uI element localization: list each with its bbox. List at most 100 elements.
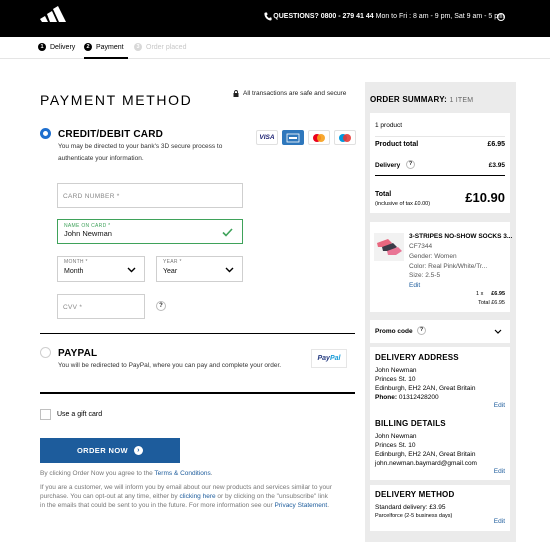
item-color: Color: Real Pink/White/Tr...: [409, 263, 488, 270]
notice-line2: purchase. You can opt-out at any time, e…: [40, 492, 360, 501]
delivery-city: Edinburgh, EH2 2AN, Great Britain: [375, 385, 476, 392]
card-option-title: CREDIT/DEBIT CARD: [58, 129, 164, 140]
adidas-logo[interactable]: adidas: [36, 5, 76, 33]
card-number-field[interactable]: CARD NUMBER *: [57, 183, 243, 208]
chevron-down-icon: [494, 329, 502, 334]
notice-line3-a: in the emails that could be sent to you …: [40, 502, 275, 509]
card-option-desc-line2: authenticate your information.: [58, 155, 144, 162]
step-delivery[interactable]: 1 Delivery: [38, 43, 75, 51]
divider: [375, 136, 505, 137]
phone-value: 01312428200: [397, 394, 439, 401]
step-label: Payment: [96, 43, 124, 51]
chevron-down-icon: [225, 267, 234, 273]
maestro-mark: [339, 133, 351, 142]
product-count: 1 product: [375, 122, 403, 129]
month-select[interactable]: MONTH * Month: [57, 256, 145, 282]
notice-line1: If you are a customer, we will inform yo…: [40, 484, 332, 491]
phone-label: Phone:: [375, 394, 398, 401]
customer-service-line: QUESTIONS? 0800 - 279 41 44 Mon to Fri :…: [273, 13, 504, 20]
delivery-method-edit-link[interactable]: Edit: [494, 518, 505, 525]
summary-item-count: 1 ITEM: [449, 97, 474, 104]
delivery-street: Princes St. 10: [375, 376, 416, 383]
delivery-name: John Newman: [375, 367, 417, 374]
delivery-method-title: DELIVERY METHOD: [375, 490, 455, 499]
promo-help-icon[interactable]: ?: [417, 326, 426, 335]
cvv-placeholder: CVV *: [63, 304, 83, 311]
amex-icon: [282, 130, 304, 145]
divider: [40, 333, 355, 334]
questions-phone: QUESTIONS? 0800 - 279 41 44: [273, 13, 374, 20]
paypal-radio[interactable]: [40, 347, 51, 358]
step-number: 2: [84, 43, 92, 51]
delivery-help-icon[interactable]: ?: [406, 160, 415, 169]
card-number-placeholder: CARD NUMBER *: [63, 193, 120, 200]
cvv-field[interactable]: CVV *: [57, 294, 145, 319]
mastercard-mark: [313, 133, 325, 142]
order-now-button[interactable]: ORDER NOW ›: [40, 438, 180, 463]
card-radio[interactable]: [40, 128, 51, 139]
secure-text: All transactions are safe and secure: [243, 90, 347, 97]
totals-box: 1 product Product total £6.95 Delivery ?…: [370, 113, 510, 213]
order-summary-title: ORDER SUMMARY: 1 ITEM: [370, 95, 473, 104]
order-now-label: ORDER NOW: [76, 446, 129, 455]
step-payment[interactable]: 2 Payment: [84, 43, 124, 51]
opt-out-link[interactable]: clicking here: [179, 493, 215, 500]
billing-name: John Newman: [375, 433, 417, 440]
product-total-label: Product total: [375, 141, 419, 148]
amex-mark: [286, 133, 300, 142]
notice-line2-a: purchase. You can opt-out at any time, e…: [40, 493, 180, 500]
socks-image: [377, 239, 402, 255]
billing-city: Edinburgh, EH2 2AN, Great Britain: [375, 451, 476, 458]
delivery-method-box: DELIVERY METHOD Standard delivery: £3.95…: [370, 485, 510, 531]
cvv-help-icon[interactable]: ?: [156, 301, 166, 311]
lock-icon: [233, 90, 239, 97]
privacy-link[interactable]: Privacy Statement: [275, 502, 328, 509]
billing-edit-link[interactable]: Edit: [494, 468, 505, 475]
terms-suffix: .: [210, 470, 213, 477]
delivery-phone: Phone: 01312428200: [375, 394, 439, 401]
gift-card-label[interactable]: Use a gift card: [57, 411, 102, 418]
item-edit-link[interactable]: Edit: [409, 282, 420, 289]
delivery-address-edit-link[interactable]: Edit: [494, 402, 505, 409]
item-name[interactable]: 3-STRIPES NO-SHOW SOCKS 3...: [409, 233, 512, 240]
delivery-value: £3.95: [488, 162, 505, 169]
mastercard-icon: [308, 130, 330, 145]
month-label: MONTH *: [64, 259, 88, 265]
checkmark-icon: [222, 228, 233, 237]
month-value: Month: [64, 268, 84, 275]
paypal-option-title: PAYPAL: [58, 348, 98, 359]
divider: [375, 175, 505, 176]
delivery-label: Delivery: [375, 162, 401, 169]
paypal-option-desc: You will be redirected to PayPal, where …: [58, 362, 282, 369]
year-select[interactable]: YEAR * Year: [156, 256, 243, 282]
terms-link[interactable]: Terms & Conditions: [154, 470, 210, 477]
gift-card-checkbox[interactable]: [40, 409, 51, 420]
service-hours: Mon to Fri : 8 am - 9 pm, Sat 9 am - 5 p…: [373, 13, 504, 20]
card-option-desc-line1: You may be directed to your bank's 3D se…: [58, 143, 223, 150]
name-on-card-field[interactable]: NAME ON CARD * John Newman: [57, 219, 243, 244]
address-box: DELIVERY ADDRESS John Newman Princes St.…: [370, 347, 510, 480]
arrow-right-icon: ›: [134, 446, 144, 455]
marketing-notice: If you are a customer, we will inform yo…: [40, 483, 360, 510]
product-thumbnail[interactable]: [374, 233, 404, 261]
page-title: PAYMENT METHOD: [40, 92, 193, 108]
info-icon[interactable]: i: [497, 13, 505, 21]
name-on-card-value: John Newman: [64, 229, 112, 238]
terms-notice: By clicking Order Now you agree to the T…: [40, 469, 213, 478]
secure-notice: All transactions are safe and secure: [233, 90, 346, 97]
item-gender: Gender: Women: [409, 253, 457, 260]
step-number: 3: [134, 43, 142, 51]
step-label: Delivery: [50, 43, 76, 51]
terms-prefix: By clicking Order Now you agree to the: [40, 470, 155, 477]
logo-wordmark: adidas: [41, 22, 71, 32]
active-step-indicator: [84, 57, 128, 59]
delivery-address-title: DELIVERY ADDRESS: [375, 353, 459, 362]
promo-code-toggle[interactable]: Promo code ?: [370, 320, 510, 343]
notice-line2-b: or by clicking on the "unsubscribe" link: [215, 493, 328, 500]
visa-icon: VISA: [256, 130, 278, 145]
paypal-pay: Pay: [317, 355, 330, 362]
delivery-method-carrier: Parcelforce (2-5 business days): [375, 513, 453, 519]
notice-line3: in the emails that could be sent to you …: [40, 501, 360, 510]
step-order-placed: 3 Order placed: [134, 43, 186, 51]
paypal-pal: Pal: [329, 355, 341, 362]
